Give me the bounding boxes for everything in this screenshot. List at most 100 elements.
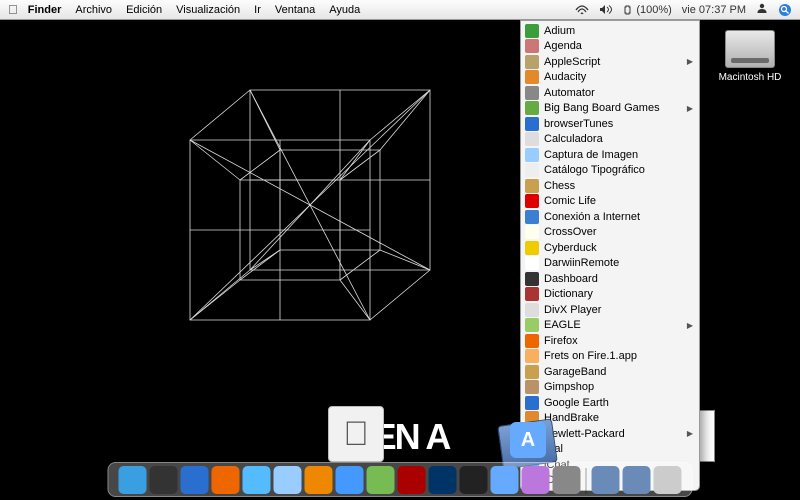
app-icon	[525, 163, 539, 177]
dock-firefox[interactable]	[212, 466, 240, 494]
menu-item-label: EAGLE	[544, 319, 687, 331]
menu-item-calculadora[interactable]: Calculadora	[521, 132, 699, 148]
menu-item-captura-de-imagen[interactable]: Captura de Imagen	[521, 147, 699, 163]
menu-item-label: DivX Player	[544, 304, 693, 316]
dock-safari[interactable]	[243, 466, 271, 494]
dock-terminal[interactable]	[460, 466, 488, 494]
menu-ventana[interactable]: Ventana	[275, 4, 315, 16]
app-icon	[525, 194, 539, 208]
dock-downloads-stack[interactable]	[623, 466, 651, 494]
app-icon	[525, 365, 539, 379]
app-menu[interactable]: Finder	[28, 4, 62, 16]
app-icon	[525, 101, 539, 115]
applications-folder-icon: A	[510, 422, 546, 458]
app-icon	[525, 287, 539, 301]
menu-item-dashboard[interactable]: Dashboard	[521, 271, 699, 287]
menu-item-agenda[interactable]: Agenda	[521, 39, 699, 55]
dock	[108, 462, 693, 497]
menu-item-darwiinremote[interactable]: DarwiinRemote	[521, 256, 699, 272]
menu-item-audacity[interactable]: Audacity	[521, 70, 699, 86]
menu-item-label: DarwiinRemote	[544, 257, 693, 269]
menu-item-label: browserTunes	[544, 118, 693, 130]
battery-text[interactable]: (100%)	[623, 4, 672, 16]
menu-item-cyberduck[interactable]: Cyberduck	[521, 240, 699, 256]
menu-item-label: AppleScript	[544, 56, 687, 68]
dock-pages[interactable]	[522, 466, 550, 494]
app-icon	[525, 210, 539, 224]
app-icon	[525, 225, 539, 239]
app-icon	[525, 303, 539, 317]
menu-item-dictionary[interactable]: Dictionary	[521, 287, 699, 303]
dock-dashboard[interactable]	[150, 466, 178, 494]
dock-syspref[interactable]	[553, 466, 581, 494]
app-icon	[525, 241, 539, 255]
menu-item-firefox[interactable]: Firefox	[521, 333, 699, 349]
menu-item-adium[interactable]: Adium	[521, 23, 699, 39]
menu-ayuda[interactable]: Ayuda	[329, 4, 360, 16]
dock-separator	[586, 468, 587, 494]
menu-item-big-bang-board-games[interactable]: Big Bang Board Games▶	[521, 101, 699, 117]
menu-item-label: Hewlett-Packard	[544, 428, 687, 440]
app-icon	[525, 272, 539, 286]
menu-item-gimpshop[interactable]: Gimpshop	[521, 380, 699, 396]
menu-item-applescript[interactable]: AppleScript▶	[521, 54, 699, 70]
menu-item-cat-logo-tipogr-fico[interactable]: Catálogo Tipográfico	[521, 163, 699, 179]
dashboard-apple-tile[interactable]: 	[328, 406, 384, 462]
menu-item-label: Catálogo Tipográfico	[544, 164, 693, 176]
dock-mail[interactable]	[274, 466, 302, 494]
app-icon	[525, 117, 539, 131]
dock-applications-stack[interactable]	[592, 466, 620, 494]
app-icon	[525, 256, 539, 270]
clock[interactable]: vie 07:37 PM	[682, 4, 746, 16]
menu-item-label: Gimpshop	[544, 381, 693, 393]
harddisk-icon	[725, 30, 775, 68]
dock-preview[interactable]	[367, 466, 395, 494]
menu-archivo[interactable]: Archivo	[75, 4, 112, 16]
macintosh-hd-icon[interactable]: Macintosh HD	[718, 30, 782, 83]
menu-item-label: Comic Life	[544, 195, 693, 207]
menu-item-automator[interactable]: Automator	[521, 85, 699, 101]
user-switch-icon[interactable]	[756, 2, 768, 17]
menu-edicion[interactable]: Edición	[126, 4, 162, 16]
dock-itunes[interactable]	[491, 466, 519, 494]
volume-icon[interactable]	[599, 4, 613, 16]
menu-item-label: Google Earth	[544, 397, 693, 409]
dock-trash[interactable]	[654, 466, 682, 494]
dock-earth[interactable]	[181, 466, 209, 494]
spotlight-icon[interactable]	[778, 3, 792, 17]
menu-item-eagle[interactable]: EAGLE▶	[521, 318, 699, 334]
apple-menu-icon[interactable]: 	[8, 2, 18, 17]
menu-item-label: Conexión a Internet	[544, 211, 693, 223]
menu-item-browsertunes[interactable]: browserTunes	[521, 116, 699, 132]
app-icon	[525, 39, 539, 53]
menu-visualizacion[interactable]: Visualización	[176, 4, 240, 16]
menu-item-divx-player[interactable]: DivX Player	[521, 302, 699, 318]
menu-item-comic-life[interactable]: Comic Life	[521, 194, 699, 210]
menu-item-crossover[interactable]: CrossOver	[521, 225, 699, 241]
applications-folder-stack[interactable]: A	[490, 406, 560, 466]
menu-item-chess[interactable]: Chess	[521, 178, 699, 194]
dock-finder[interactable]	[119, 466, 147, 494]
menu-item-label: iCal	[544, 443, 693, 455]
dock-quicktime[interactable]	[336, 466, 364, 494]
dock-vlc[interactable]	[305, 466, 333, 494]
menu-item-label: Cyberduck	[544, 242, 693, 254]
app-icon	[525, 86, 539, 100]
wifi-icon[interactable]	[575, 4, 589, 16]
menu-item-label: Big Bang Board Games	[544, 102, 687, 114]
dock-photoshop[interactable]	[429, 466, 457, 494]
submenu-arrow-icon: ▶	[687, 104, 693, 113]
submenu-arrow-icon: ▶	[687, 321, 693, 330]
app-icon	[525, 24, 539, 38]
app-icon	[525, 349, 539, 363]
menu-item-label: Adium	[544, 25, 693, 37]
menu-item-label: Audacity	[544, 71, 693, 83]
menu-item-conexi-n-a-internet[interactable]: Conexión a Internet	[521, 209, 699, 225]
menu-item-frets-on-fire-1-app[interactable]: Frets on Fire.1.app	[521, 349, 699, 365]
menu-item-garageband[interactable]: GarageBand	[521, 364, 699, 380]
menu-item-label: Dictionary	[544, 288, 693, 300]
dock-photobooth[interactable]	[398, 466, 426, 494]
menu-ir[interactable]: Ir	[254, 4, 261, 16]
app-icon	[525, 334, 539, 348]
desktop-icon-label: Macintosh HD	[718, 72, 782, 83]
